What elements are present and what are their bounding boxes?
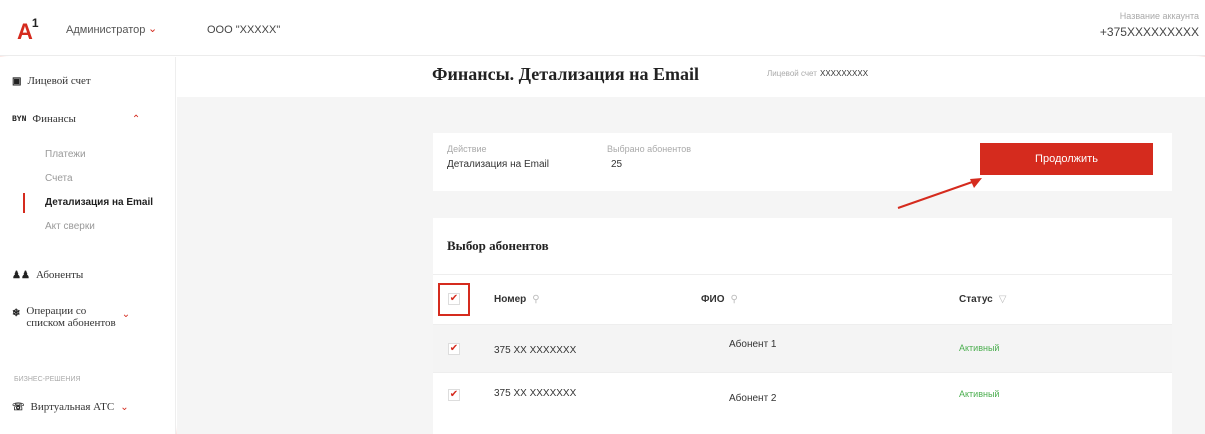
row-checkbox[interactable]: ✔: [448, 343, 460, 355]
account-name-label: Название аккаунта: [1119, 11, 1199, 21]
selected-count: 25: [611, 159, 623, 170]
column-header-status[interactable]: Статус ▽: [959, 294, 1006, 305]
app-window: A1 Администратор ⌄ ООО "XXXXX" Название …: [0, 0, 1205, 434]
continue-button[interactable]: Продолжить: [980, 143, 1153, 175]
active-indicator: [23, 193, 25, 213]
sidebar-item-label: Абоненты: [35, 269, 84, 281]
column-header-number[interactable]: Номер ⚲: [494, 294, 540, 305]
row-number: 375 XX XXXXXXX: [494, 345, 577, 356]
row-status: Активный: [959, 343, 1000, 353]
account-number[interactable]: +375XXXXXXXXX: [1100, 25, 1199, 39]
role-selector[interactable]: Администратор: [66, 24, 145, 36]
snowflake-icon: ❄: [12, 308, 21, 319]
row-name: Абонент 1: [729, 339, 777, 350]
table-title: Выбор абонентов: [447, 238, 549, 253]
column-header-name[interactable]: ФИО ⚲: [701, 294, 738, 305]
sidebar-item-subscribers[interactable]: ♟♟ Абоненты: [12, 269, 83, 281]
section-caption: бизнес-решения: [14, 376, 81, 383]
row-name: Абонент 2: [729, 393, 777, 404]
chevron-up-icon[interactable]: ⌃: [132, 114, 140, 125]
document-icon: ▣: [12, 75, 22, 87]
sidebar-item-invoices[interactable]: Счета: [45, 173, 73, 184]
chevron-down-icon[interactable]: ⌄: [122, 309, 130, 320]
table-header: ✔ Номер ⚲ ФИО ⚲ Статус ▽: [433, 274, 1172, 324]
title-bar: Финансы. Детализация на Email Лицевой сч…: [177, 57, 1205, 97]
table-row[interactable]: ✔ 375 XX XXXXXXX Абонент 2 Активный: [433, 372, 1172, 420]
a1-logo[interactable]: A1: [17, 16, 39, 45]
row-checkbox[interactable]: ✔: [448, 389, 460, 401]
search-icon[interactable]: ⚲: [532, 294, 539, 305]
main-content: Финансы. Детализация на Email Лицевой сч…: [177, 57, 1205, 434]
sidebar-item-payments[interactable]: Платежи: [45, 149, 86, 160]
sidebar-item-reconciliation[interactable]: Акт сверки: [45, 221, 95, 232]
subscriber-selection-card: Выбор абонентов ✔ Номер ⚲ ФИО ⚲ Статус ▽ ✔ …: [433, 218, 1172, 434]
sidebar-item-virtual-pbx[interactable]: ☏ Виртуальная АТС ⌄: [12, 401, 129, 413]
sidebar-item-label: Операции со списком абонентов: [26, 305, 116, 329]
page-title: Финансы. Детализация на Email: [432, 64, 699, 84]
sidebar-item-label: Финансы: [32, 113, 76, 125]
sidebar-item-personal-account[interactable]: ▣ Лицевой счет: [12, 75, 91, 87]
action-label: Действие: [447, 144, 487, 154]
company-name: ООО "XXXXX": [207, 24, 281, 36]
sidebar: ▣ Лицевой счет BYN Финансы ⌃ Платежи Сче…: [0, 57, 176, 434]
row-status: Активный: [959, 389, 1000, 399]
phone-icon: ☏: [12, 401, 25, 413]
table-row[interactable]: ✔ 375 XX XXXXXXX Абонент 1 Активный: [433, 324, 1172, 372]
sidebar-item-label: Виртуальная АТС: [30, 401, 115, 413]
account-value: XXXXXXXXX: [820, 69, 869, 78]
sidebar-item-operations[interactable]: ❄ Операции со списком абонентов ⌄: [12, 305, 130, 329]
top-header: A1 Администратор ⌄ ООО "XXXXX" Название …: [0, 0, 1205, 56]
people-icon: ♟♟: [12, 269, 30, 281]
chevron-down-icon[interactable]: ⌄: [148, 22, 157, 35]
action-value: Детализация на Email: [447, 159, 549, 170]
sidebar-item-email-details[interactable]: Детализация на Email: [45, 197, 153, 208]
byn-icon: BYN: [12, 114, 27, 124]
sidebar-item-label: Лицевой счет: [27, 75, 91, 87]
select-all-checkbox[interactable]: ✔: [448, 293, 460, 305]
selected-label: Выбрано абонентов: [607, 144, 692, 154]
chevron-down-icon[interactable]: ⌄: [120, 402, 128, 413]
search-icon[interactable]: ⚲: [731, 294, 738, 305]
sidebar-item-finance[interactable]: BYN Финансы ⌃: [12, 113, 140, 125]
row-number: 375 XX XXXXXXX: [494, 388, 577, 399]
filter-icon[interactable]: ▽: [999, 294, 1007, 305]
account-label: Лицевой счет: [767, 69, 817, 78]
action-summary-card: Действие Детализация на Email Выбрано аб…: [433, 133, 1172, 191]
